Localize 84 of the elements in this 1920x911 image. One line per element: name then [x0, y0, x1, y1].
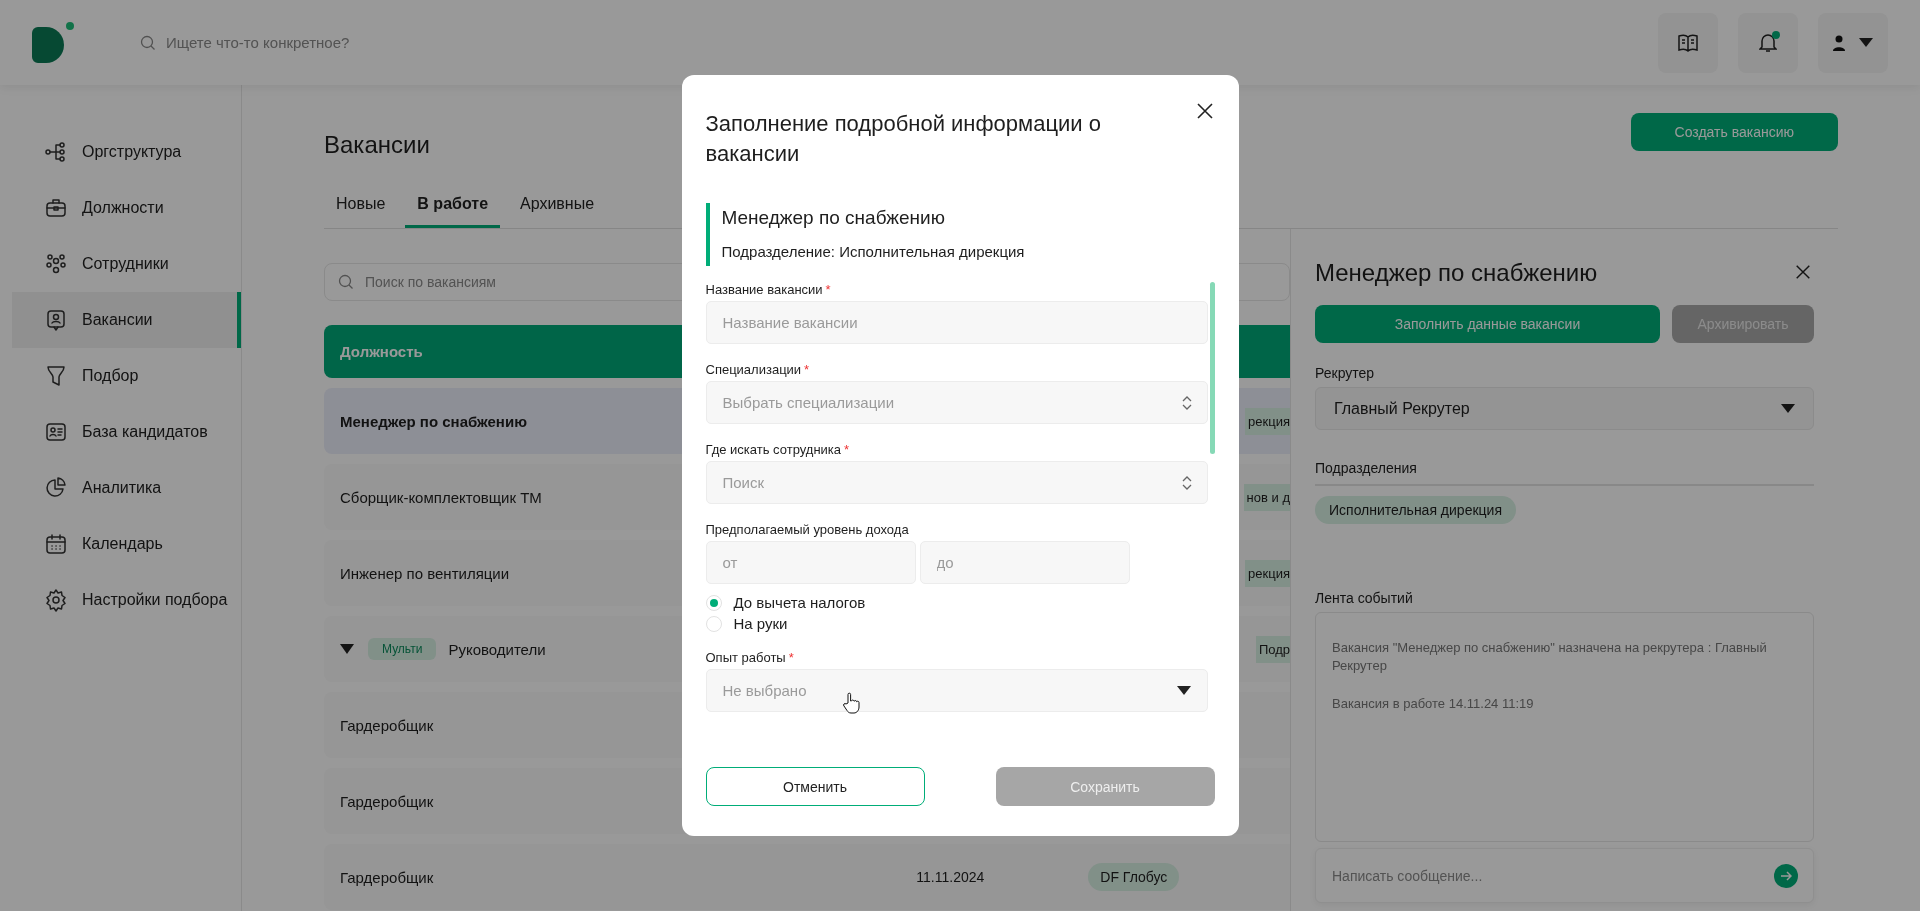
bell-icon: [1759, 32, 1777, 53]
tab[interactable]: Новые: [324, 187, 398, 228]
dropdown-icon: [1781, 404, 1795, 413]
field-label: Опыт работы *: [705, 650, 795, 665]
hand-cursor-icon: [841, 692, 860, 714]
message-field[interactable]: Написать сообщение...: [1315, 848, 1814, 903]
close-icon: [1794, 263, 1812, 281]
pie-icon: [44, 476, 68, 500]
field-label: Название вакансии *: [705, 282, 832, 297]
nav-item[interactable]: Календарь: [12, 516, 241, 572]
profile-button[interactable]: [1818, 12, 1888, 73]
tab[interactable]: В работе: [405, 187, 501, 228]
people-icon: [44, 252, 68, 276]
logo-icon: [32, 20, 76, 65]
dropdown-icon: [1176, 686, 1191, 695]
vacancy-department: Подразделение: Исполнительная дирекция: [721, 243, 1026, 260]
close-button[interactable]: [1194, 101, 1215, 121]
to-field[interactable]: до: [919, 541, 1130, 584]
funnel-icon: [44, 364, 68, 388]
text-field[interactable]: Название вакансии: [705, 301, 1208, 344]
field-label: Подразделения: [1315, 460, 1418, 476]
row-title: Сборщик-комплектовщик ТМ: [340, 488, 542, 506]
event-text: Вакансия в работе 14.11.24 11:19: [1332, 695, 1535, 713]
field-label: Предполагаемый уровень дохода: [705, 522, 910, 537]
nav-item[interactable]: Оргструктура: [12, 124, 241, 180]
arrow-icon: [1780, 870, 1792, 881]
tab[interactable]: Архивные: [508, 187, 607, 228]
row-title: Гардеробщик: [340, 868, 434, 886]
briefcase-icon: [44, 196, 68, 220]
nav-item[interactable]: Настройки подбора: [12, 572, 241, 628]
row-title: Инженер по вентиляции: [340, 564, 510, 582]
book-button[interactable]: [1658, 12, 1718, 73]
nav-item[interactable]: Сотрудники: [12, 236, 241, 292]
combo-field[interactable]: Поиск: [705, 461, 1208, 504]
close-icon: [1194, 101, 1215, 121]
caret-icon[interactable]: [340, 644, 354, 654]
nav-item[interactable]: База кандидатов: [12, 404, 241, 460]
nav-item[interactable]: Подбор: [12, 348, 241, 404]
org-icon: [44, 140, 68, 164]
department-tag: рекция: [1245, 559, 1290, 587]
row-title: Руководители: [448, 640, 546, 658]
column-header: Должность: [340, 343, 423, 360]
radio-label: На руки: [733, 615, 788, 632]
calendar-icon: [44, 532, 68, 556]
department-tag: рекция: [1245, 407, 1290, 435]
sort-icon: [1181, 394, 1192, 411]
nav-item[interactable]: Вакансии: [12, 292, 241, 348]
badge-icon: [44, 308, 68, 332]
department-tag: нов и д: [1243, 483, 1290, 511]
nav-item[interactable]: Аналитика: [12, 460, 241, 516]
card-icon: [44, 420, 68, 444]
field-label: Где искать сотрудника *: [705, 442, 851, 457]
scrollbar[interactable]: [1209, 282, 1215, 454]
department-chip: Исполнительная дирекция: [1315, 496, 1516, 524]
panel-title: Менеджер по снабжению: [1315, 259, 1598, 287]
date-cell: 11.11.2024: [916, 869, 985, 885]
user-icon: [1833, 34, 1845, 51]
book-icon: [1678, 33, 1698, 52]
field-label: Рекрутер: [1315, 365, 1376, 381]
search-icon: [140, 34, 156, 51]
notifications-button[interactable]: [1738, 12, 1798, 73]
from-field[interactable]: от: [705, 541, 916, 584]
feed-title: Лента событий: [1315, 590, 1414, 606]
field-label: Специализации *: [705, 362, 811, 377]
row-title: Гардеробщик: [340, 716, 434, 734]
modal-title: Заполнение подробной информации о вакансии: [705, 110, 1102, 168]
row-title: Гардеробщик: [340, 792, 434, 810]
recruiter-select[interactable]: Главный Рекрутер: [1315, 387, 1814, 430]
page-title: Вакансии: [324, 131, 430, 159]
row-title: Менеджер по снабжению: [340, 412, 527, 430]
cancel-button[interactable]: Отменить: [705, 767, 925, 806]
nav-item[interactable]: Должности: [12, 180, 241, 236]
radio-label: До вычета налогов: [733, 594, 866, 611]
combo-field[interactable]: Выбрать специализации: [705, 381, 1208, 424]
multi-badge: Мульти: [368, 638, 437, 660]
event-text: Вакансия "Менеджер по снабжению" назначена на рекрутера : Главный Рекрутер: [1332, 639, 1768, 675]
sort-icon: [1181, 474, 1192, 491]
department-tag: DF Глобус: [1088, 863, 1180, 891]
caret-icon: [1859, 38, 1873, 47]
gear-icon: [44, 588, 68, 612]
department-tag: Подр: [1255, 635, 1290, 663]
vacancy-title: Менеджер по снабжению: [721, 207, 946, 229]
search-field[interactable]: Ищете что-то конкретное?: [166, 34, 466, 51]
search-icon: [338, 274, 354, 290]
